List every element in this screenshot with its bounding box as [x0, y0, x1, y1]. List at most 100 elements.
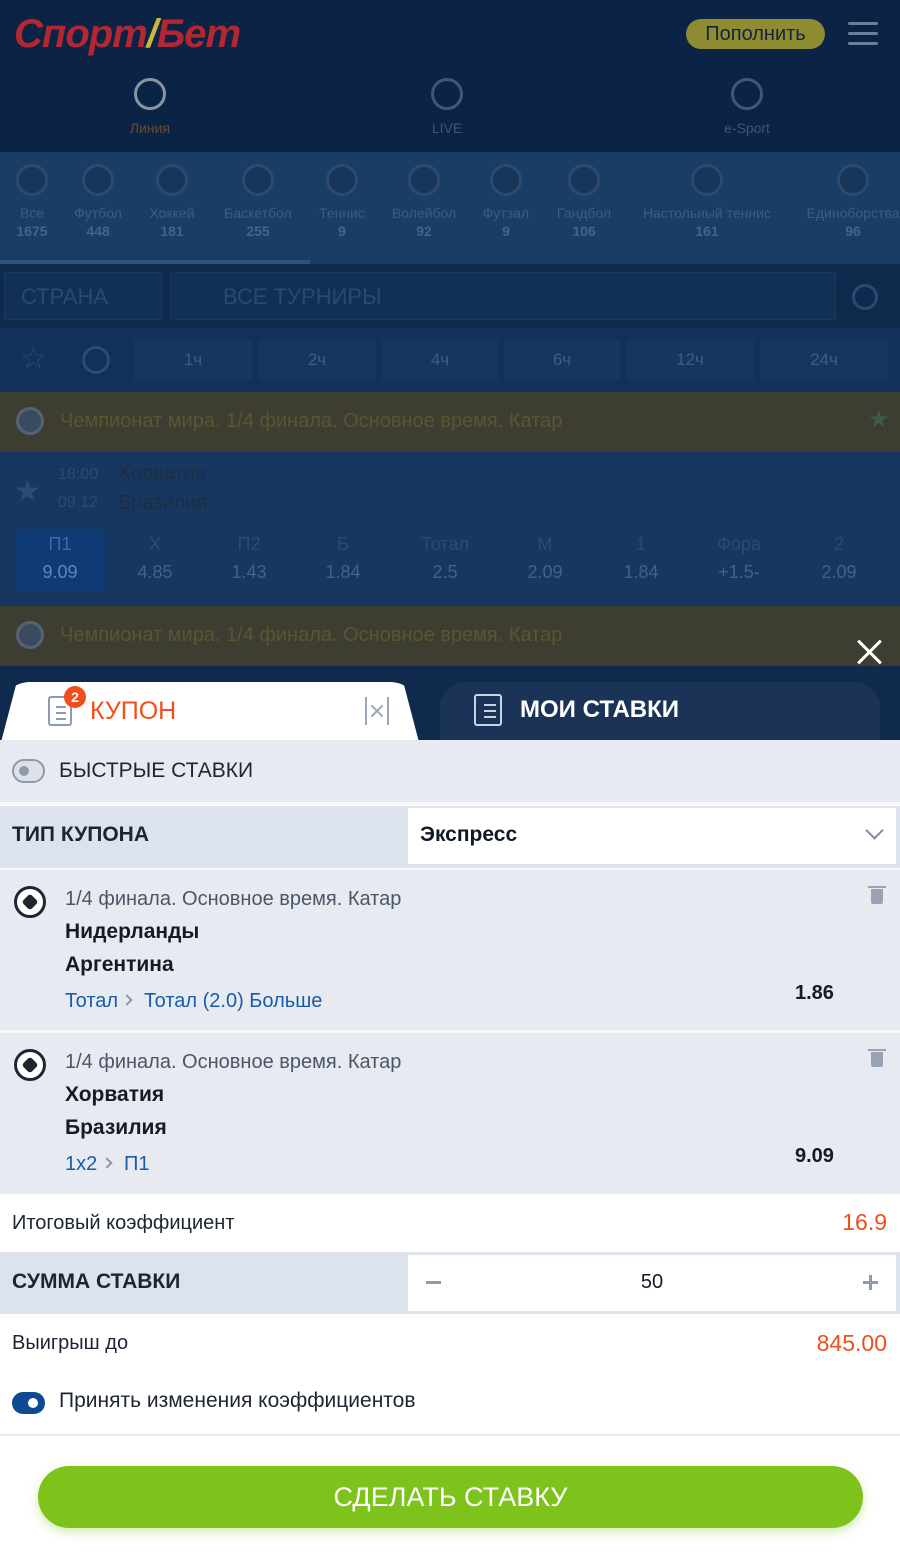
win-label: Выигрыш до	[12, 1332, 129, 1354]
sport-item-football[interactable]: Футбол 448	[68, 164, 128, 240]
sports-bar: Все 1675 Футбол 448 Хоккей 181 Баскетбол 255…	[0, 152, 900, 264]
bet-item: 1/4 финала. Основное время. Катар Хорват…	[0, 1033, 900, 1194]
volleyball-icon	[408, 164, 440, 196]
match-time: 18:00	[58, 466, 99, 483]
live-signal-icon	[431, 78, 463, 110]
odds-cell-total[interactable]: Тотал 2.5	[400, 530, 490, 592]
search-icon[interactable]	[852, 284, 878, 310]
star-icon[interactable]: ☆	[20, 344, 47, 374]
odds-cell-b[interactable]: Б 1.84	[298, 530, 388, 592]
receipt-icon	[474, 694, 502, 726]
filter-bar: СТРАНА ВСЕ ТУРНИРЫ	[0, 264, 900, 328]
trash-icon[interactable]	[868, 884, 886, 904]
accept-changes-label: Принять изменения коэффициентов	[59, 1389, 416, 1412]
trash-icon[interactable]	[868, 1047, 886, 1067]
background-app: Спорт/Бет Пополнить Линия LIVE e-Sport В…	[0, 0, 900, 740]
plus-icon[interactable]	[869, 1275, 872, 1290]
clock-icon[interactable]	[82, 346, 110, 374]
bet-outcome: П1	[124, 1153, 150, 1175]
soccer-ball-icon	[14, 1049, 46, 1081]
top-bar: Спорт/Бет Пополнить Линия LIVE e-Sport	[0, 0, 900, 152]
odds-cell-handicap[interactable]: Фора +1.5-	[694, 530, 784, 592]
topup-button[interactable]: Пополнить	[686, 19, 825, 49]
divider	[0, 1434, 900, 1436]
time-filter-12h[interactable]: 12ч	[626, 340, 754, 380]
clear-coupon-icon[interactable]	[365, 697, 389, 725]
bet-coefficient: 1.86	[795, 982, 834, 1004]
futsal-ball-icon	[490, 164, 522, 196]
odds-cell-2[interactable]: 2 2.09	[794, 530, 884, 592]
stake-stepper[interactable]: 50	[408, 1255, 896, 1311]
fast-bets-row: БЫСТРЫЕ СТАВКИ	[0, 740, 900, 802]
make-bet-button[interactable]: СДЕЛАТЬ СТАВКУ	[38, 1466, 863, 1528]
odds-cell-m[interactable]: М 2.09	[500, 530, 590, 592]
league-header[interactable]: Чемпионат мира. 1/4 финала. Основное вре…	[0, 606, 900, 666]
bet-team2: Аргентина	[65, 953, 174, 976]
coupon-type-row: ТИП КУПОНА Экспресс	[0, 806, 900, 868]
bet-team2: Бразилия	[65, 1116, 167, 1139]
bet-market: 1x2	[65, 1153, 98, 1175]
mode-esport-tab[interactable]: e-Sport	[687, 78, 807, 136]
stake-row: СУММА СТАВКИ 50	[0, 1252, 900, 1314]
win-value: 845.00	[816, 1330, 887, 1356]
coupon-count-badge: 2	[64, 686, 86, 708]
sport-item-handball[interactable]: Гандбол 106	[552, 164, 616, 240]
league-title: Чемпионат мира. 1/4 финала. Основное вре…	[60, 410, 563, 432]
match-team2: Бразилия	[118, 492, 208, 514]
fast-bets-label: БЫСТРЫЕ СТАВКИ	[59, 759, 254, 782]
soccer-ball-icon	[16, 621, 44, 649]
mode-line-tab[interactable]: Линия	[90, 78, 210, 136]
accept-changes-toggle[interactable]	[12, 1392, 45, 1414]
favorite-star-icon[interactable]: ★	[14, 474, 41, 509]
handball-icon	[568, 164, 600, 196]
divider	[0, 802, 900, 805]
chevron-right-icon	[101, 1157, 113, 1169]
bet-coefficient: 9.09	[795, 1145, 834, 1167]
odds-cell-1[interactable]: 1 1.84	[596, 530, 686, 592]
time-filter-6h[interactable]: 6ч	[504, 340, 620, 380]
tab-my-bets[interactable]: МОИ СТАВКИ	[440, 682, 880, 742]
stake-input[interactable]: 50	[408, 1271, 896, 1294]
match-date: 09.12	[58, 494, 99, 511]
sport-item-table-tennis[interactable]: Настольный теннис 161	[634, 164, 780, 240]
odds-cell-p2[interactable]: П2 1.43	[204, 530, 294, 592]
tab-my-bets-label: МОИ СТАВКИ	[520, 696, 680, 723]
odds-cell-p1[interactable]: П1 9.09	[15, 530, 105, 592]
bet-team1: Нидерланды	[65, 920, 200, 943]
odds-cell-x[interactable]: Х 4.85	[110, 530, 200, 592]
sport-item-basketball[interactable]: Баскетбол 255	[218, 164, 298, 240]
bet-market: Тотал	[65, 990, 119, 1012]
favorite-star-icon[interactable]: ★	[868, 408, 890, 432]
chevron-right-icon	[121, 994, 133, 1006]
coupon-type-value: Экспресс	[420, 823, 518, 846]
time-filter-24h[interactable]: 24ч	[760, 340, 888, 380]
puck-icon	[156, 164, 188, 196]
sport-item-hockey[interactable]: Хоккей 181	[142, 164, 202, 240]
mode-live-tab[interactable]: LIVE	[387, 78, 507, 136]
fast-bets-toggle[interactable]	[12, 759, 45, 783]
trophy-icon	[16, 164, 48, 196]
close-icon[interactable]	[854, 636, 886, 668]
sport-item-all[interactable]: Все 1675	[12, 164, 52, 240]
league-header[interactable]: Чемпионат мира. 1/4 финала. Основное вре…	[0, 392, 900, 452]
league-title: Чемпионат мира. 1/4 финала. Основное вре…	[60, 624, 563, 646]
bet-outcome: Тотал (2.0) Больше	[144, 990, 323, 1012]
time-filter-4h[interactable]: 4ч	[382, 340, 498, 380]
sport-item-futsal[interactable]: Футзал 9	[478, 164, 534, 240]
tennis-ball-icon	[326, 164, 358, 196]
time-filter-1h[interactable]: 1ч	[134, 340, 252, 380]
sport-item-volleyball[interactable]: Волейбол 92	[388, 164, 460, 240]
tournament-select[interactable]: ВСЕ ТУРНИРЫ	[170, 272, 836, 320]
menu-icon[interactable]	[848, 22, 878, 46]
soccer-ball-icon	[134, 78, 166, 110]
boxing-glove-icon	[837, 164, 869, 196]
coupon-type-select[interactable]: Экспресс	[408, 808, 896, 864]
sport-item-martial-arts[interactable]: Единоборства 96	[798, 164, 900, 240]
sport-item-tennis[interactable]: Теннис 9	[314, 164, 370, 240]
stake-label: СУММА СТАВКИ	[12, 1270, 181, 1293]
time-filter-2h[interactable]: 2ч	[258, 340, 376, 380]
total-coefficient-value: 16.9	[842, 1209, 887, 1235]
country-select[interactable]: СТРАНА	[4, 272, 162, 320]
bet-team1: Хорватия	[65, 1083, 165, 1106]
chevron-down-icon	[865, 821, 884, 840]
